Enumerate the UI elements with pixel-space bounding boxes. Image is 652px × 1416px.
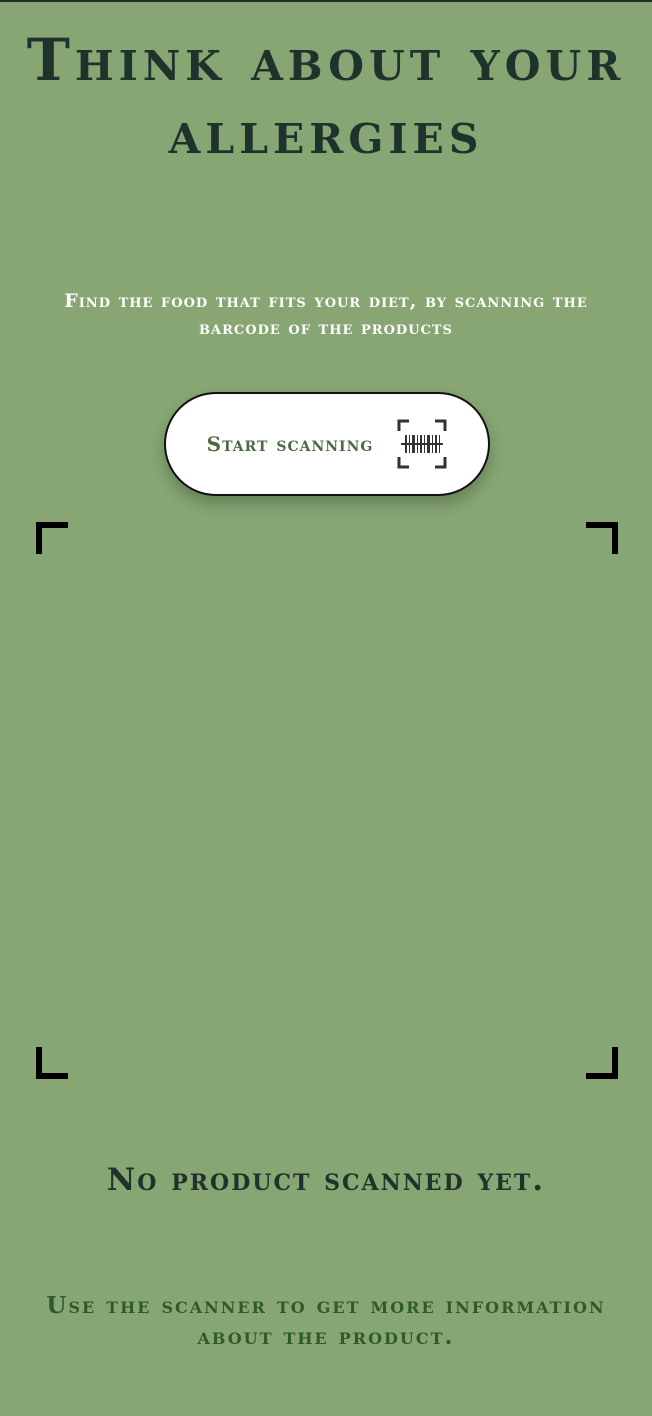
scanner-corner-top-left	[36, 522, 68, 554]
scan-status-message: No product scanned yet.	[106, 1162, 546, 1198]
scan-hint: Use the scanner to get more information …	[46, 1292, 606, 1350]
start-scanning-label: Start scanning	[206, 432, 374, 456]
scanner-corner-bottom-right	[586, 1047, 618, 1079]
barcode-scan-icon	[397, 419, 447, 469]
page-title: Think about your allergies	[26, 26, 626, 167]
scanner-corner-bottom-left	[36, 1047, 68, 1079]
page-subtitle: Find the food that fits your diet, by sc…	[64, 290, 588, 339]
start-scanning-button[interactable]: Start scanning	[164, 392, 490, 496]
scanner-corner-top-right	[586, 522, 618, 554]
top-border	[0, 0, 652, 2]
scanner-viewport	[36, 522, 618, 1079]
